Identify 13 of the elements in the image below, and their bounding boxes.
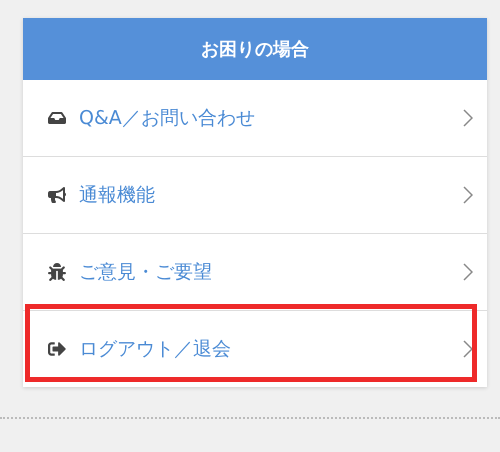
menu-item[interactable]: Q&A／お問い合わせ	[23, 80, 487, 156]
panel-title: お困りの場合	[23, 18, 487, 80]
inbox-icon	[47, 109, 67, 127]
chevron-icon	[463, 263, 473, 281]
bug-icon	[47, 263, 67, 281]
chevron-icon	[463, 186, 473, 204]
megaphone-icon	[47, 186, 67, 204]
menu-item[interactable]: 通報機能	[23, 156, 487, 233]
exit-arrow-icon	[47, 340, 67, 358]
chevron-icon	[463, 340, 473, 358]
chevron-icon	[463, 109, 473, 127]
menu-item[interactable]: ログアウト／退会	[23, 310, 487, 387]
menu-item[interactable]: ご意見・ご要望	[23, 233, 487, 310]
